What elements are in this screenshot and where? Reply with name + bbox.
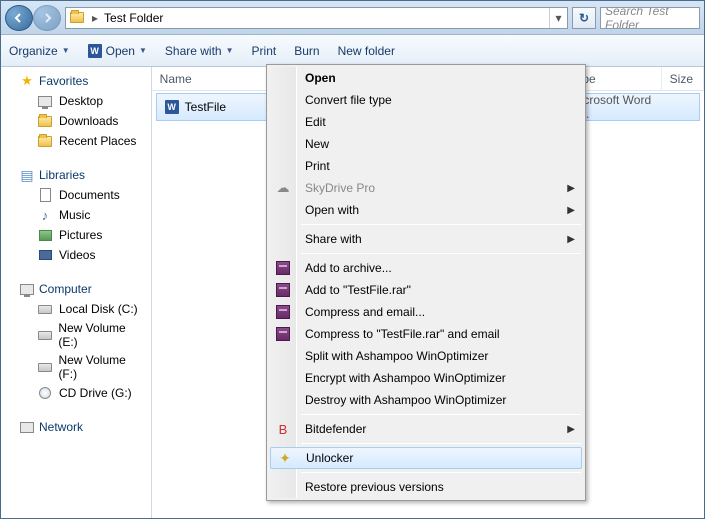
key-icon: ✦: [277, 450, 293, 466]
pictures-icon: [37, 227, 53, 243]
ctx-edit[interactable]: Edit: [269, 111, 583, 133]
refresh-button[interactable]: ↻: [572, 7, 596, 29]
context-menu: Open Convert file type Edit New Print ☁S…: [266, 64, 586, 501]
menu-separator: [301, 414, 581, 415]
drive-icon: [37, 359, 52, 375]
menu-separator: [301, 224, 581, 225]
breadcrumb-sep: ▸: [88, 11, 102, 25]
ctx-addrar[interactable]: Add to "TestFile.rar": [269, 279, 583, 301]
ctx-split[interactable]: Split with Ashampoo WinOptimizer: [269, 345, 583, 367]
desktop-icon: [37, 93, 53, 109]
sidebar-item-cddrive[interactable]: CD Drive (G:): [1, 383, 151, 403]
refresh-icon: ↻: [579, 11, 589, 25]
sidebar-item-pictures[interactable]: Pictures: [1, 225, 151, 245]
newfolder-button[interactable]: New folder: [338, 44, 395, 58]
ctx-openwith[interactable]: Open with▶: [269, 199, 583, 221]
ctx-new[interactable]: New: [269, 133, 583, 155]
nav-bar: ▸ Test Folder ▾ ↻ Search Test Folder: [1, 1, 704, 35]
word-icon: W: [88, 44, 102, 58]
sidebar: ★Favorites Desktop Downloads Recent Plac…: [1, 67, 152, 518]
explorer-window: ▸ Test Folder ▾ ↻ Search Test Folder Org…: [0, 0, 705, 519]
sidebar-item-desktop[interactable]: Desktop: [1, 91, 151, 111]
toolbar: Organize▼ WOpen▼ Share with▼ Print Burn …: [1, 35, 704, 67]
cloud-icon: ☁: [275, 180, 291, 196]
documents-icon: [37, 187, 53, 203]
search-input[interactable]: Search Test Folder: [600, 7, 700, 29]
sidebar-item-downloads[interactable]: Downloads: [1, 111, 151, 131]
address-bar[interactable]: ▸ Test Folder ▾: [65, 7, 568, 29]
submenu-arrow-icon: ▶: [567, 205, 575, 216]
sidebar-item-recent[interactable]: Recent Places: [1, 131, 151, 151]
ctx-skydrive[interactable]: ☁SkyDrive Pro▶: [269, 177, 583, 199]
ctx-bitdefender[interactable]: BBitdefender▶: [269, 418, 583, 440]
ctx-destroy[interactable]: Destroy with Ashampoo WinOptimizer: [269, 389, 583, 411]
ctx-encrypt[interactable]: Encrypt with Ashampoo WinOptimizer: [269, 367, 583, 389]
burn-button[interactable]: Burn: [294, 44, 319, 58]
ctx-restore[interactable]: Restore previous versions: [269, 476, 583, 498]
music-icon: ♪: [37, 207, 53, 223]
ctx-open[interactable]: Open: [269, 67, 583, 89]
ctx-convert[interactable]: Convert file type: [269, 89, 583, 111]
drive-icon: [37, 301, 53, 317]
rar-icon: [275, 260, 291, 276]
rar-icon: [275, 304, 291, 320]
rar-icon: [275, 326, 291, 342]
word-icon: W: [165, 100, 179, 114]
network-icon: [19, 419, 35, 435]
videos-icon: [37, 247, 53, 263]
recent-icon: [37, 133, 53, 149]
ctx-compressemail[interactable]: Compress and email...: [269, 301, 583, 323]
ctx-unlocker[interactable]: ✦Unlocker: [270, 447, 582, 469]
sidebar-item-vol-f[interactable]: New Volume (F:): [1, 351, 151, 383]
submenu-arrow-icon: ▶: [567, 424, 575, 435]
organize-button[interactable]: Organize▼: [9, 44, 70, 58]
menu-separator: [301, 472, 581, 473]
menu-separator: [301, 443, 581, 444]
ctx-compressraremail[interactable]: Compress to "TestFile.rar" and email: [269, 323, 583, 345]
submenu-arrow-icon: ▶: [567, 234, 575, 245]
downloads-icon: [37, 113, 53, 129]
address-dropdown[interactable]: ▾: [549, 8, 567, 28]
nav-buttons: [5, 5, 61, 31]
breadcrumb-path[interactable]: Test Folder: [102, 11, 549, 25]
rar-icon: [275, 282, 291, 298]
sidebar-item-localdisk[interactable]: Local Disk (C:): [1, 299, 151, 319]
star-icon: ★: [19, 73, 35, 89]
menu-separator: [301, 253, 581, 254]
sidebar-computer[interactable]: Computer: [1, 279, 151, 299]
forward-button[interactable]: [33, 5, 61, 31]
open-button[interactable]: WOpen▼: [88, 44, 147, 58]
share-button[interactable]: Share with▼: [165, 44, 234, 58]
sidebar-favorites[interactable]: ★Favorites: [1, 71, 151, 91]
computer-icon: [19, 281, 35, 297]
submenu-arrow-icon: ▶: [567, 183, 575, 194]
print-button[interactable]: Print: [252, 44, 277, 58]
sidebar-libraries[interactable]: ▤Libraries: [1, 165, 151, 185]
ctx-sharewith[interactable]: Share with▶: [269, 228, 583, 250]
ctx-addarchive[interactable]: Add to archive...: [269, 257, 583, 279]
ctx-print[interactable]: Print: [269, 155, 583, 177]
sidebar-network[interactable]: Network: [1, 417, 151, 437]
sidebar-item-vol-e[interactable]: New Volume (E:): [1, 319, 151, 351]
back-button[interactable]: [5, 5, 33, 31]
cd-icon: [37, 385, 53, 401]
sidebar-item-documents[interactable]: Documents: [1, 185, 151, 205]
sidebar-item-videos[interactable]: Videos: [1, 245, 151, 265]
libraries-icon: ▤: [19, 167, 35, 183]
drive-icon: [37, 327, 52, 343]
bitdefender-icon: B: [275, 421, 291, 437]
arrow-left-icon: [14, 13, 24, 23]
sidebar-item-music[interactable]: ♪Music: [1, 205, 151, 225]
arrow-right-icon: [42, 13, 52, 23]
column-size[interactable]: Size: [662, 67, 704, 90]
file-name: TestFile: [185, 100, 226, 114]
folder-icon: [66, 8, 88, 28]
